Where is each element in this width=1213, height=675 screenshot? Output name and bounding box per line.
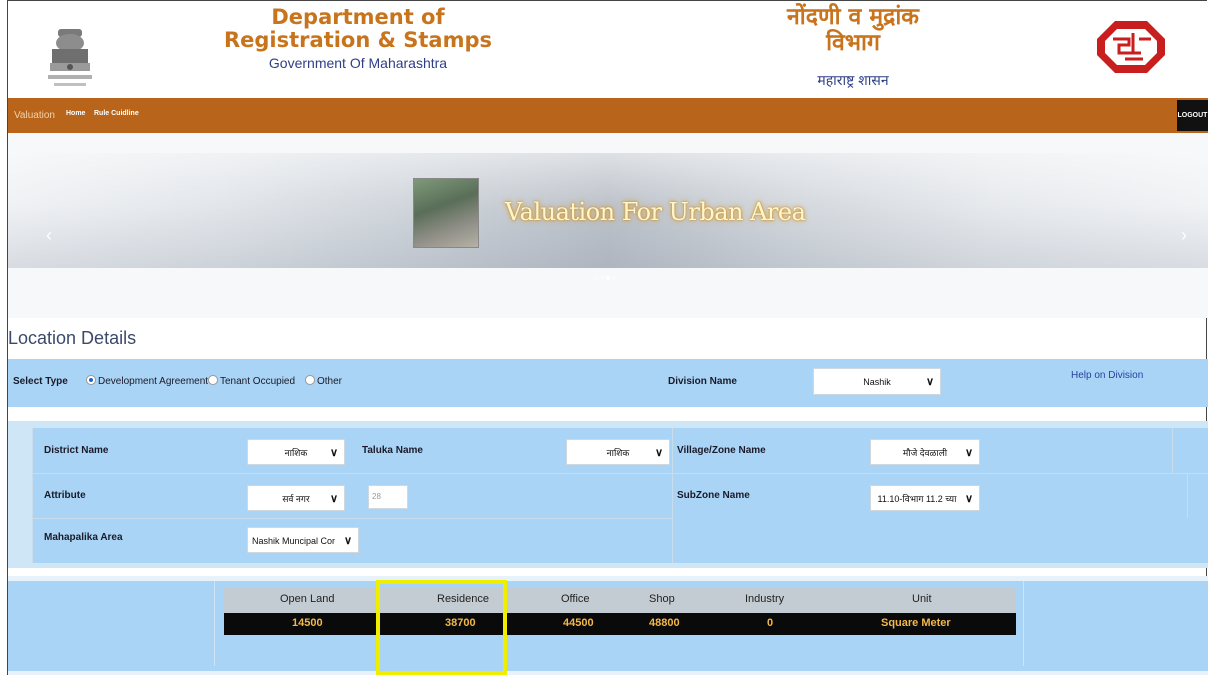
grid-divider [32, 518, 672, 519]
rate-header-office: Office [561, 593, 590, 605]
chevron-down-icon: ∨ [964, 447, 973, 459]
carousel-next-arrow[interactable]: › [1181, 225, 1187, 246]
subzone-value: 11.10-विभाग 11.2 च्या [877, 494, 957, 504]
rate-header-unit: Unit [912, 593, 932, 605]
taluka-select[interactable]: नाशिक ∨ [566, 439, 670, 465]
attribute-input[interactable]: 28 [368, 485, 408, 509]
district-name-label: District Name [44, 445, 109, 456]
help-on-division-link[interactable]: Help on Division [1071, 370, 1143, 381]
village-zone-label: Village/Zone Name [677, 445, 766, 456]
district-select[interactable]: नाशिक ∨ [247, 439, 345, 465]
title-en-line1: Department of [271, 5, 445, 29]
rate-value-open-land: 14500 [292, 617, 323, 629]
division-name-label: Division Name [668, 376, 737, 387]
select-type-label: Select Type [13, 376, 68, 387]
grid-divider [1172, 428, 1173, 473]
village-zone-value: मौजे देवळाली [902, 448, 948, 458]
mahapalika-area-label: Mahapalika Area [44, 532, 123, 543]
title-en-line2: Registration & Stamps [223, 28, 492, 52]
grid-divider [32, 428, 33, 563]
rate-header-industry: Industry [745, 593, 785, 605]
banner-city-image [413, 178, 479, 248]
government-name-en: Government Of Maharashtra [268, 55, 448, 71]
grid-divider [32, 473, 1208, 474]
village-zone-select[interactable]: मौजे देवळाली ∨ [870, 439, 980, 465]
residence-highlight-box [376, 580, 507, 675]
department-title-mr: नोंदणी व मुद्रांक विभाग [698, 4, 1008, 56]
nav-brand[interactable]: Valuation [14, 110, 55, 121]
chevron-down-icon: ∨ [343, 535, 352, 547]
carousel-dots[interactable]: ○○●○ [594, 273, 617, 282]
location-details-title: Location Details [8, 328, 137, 348]
radio-other[interactable] [305, 375, 315, 385]
rate-header-shop: Shop [649, 593, 675, 605]
page-frame: Department of Registration & Stamps Gove… [7, 0, 1208, 675]
subzone-name-label: SubZone Name [677, 490, 750, 501]
chevron-down-icon: ∨ [925, 376, 934, 388]
location-form: District Name नाशिक ∨ Taluka Name नाशिक … [8, 421, 1208, 568]
nav-home-link[interactable]: Home [66, 110, 85, 117]
department-title-en: Department of Registration & Stamps [168, 6, 548, 52]
radio-label-other[interactable]: Other [317, 376, 342, 387]
title-mr-line1: नोंदणी व मुद्रांक [787, 4, 919, 30]
attribute-select[interactable]: सर्व नगर ∨ [247, 485, 345, 511]
mahapalika-value: Nashik Muncipal Cor [252, 536, 336, 546]
government-name-mr: महाराष्ट्र शासन [817, 72, 889, 88]
attribute-label: Attribute [44, 490, 86, 501]
banner-title: Valuation For Urban Area [505, 198, 806, 226]
chevron-down-icon: ∨ [964, 493, 973, 505]
radio-development-agreement[interactable] [86, 375, 96, 385]
nav-rule-guideline-link[interactable]: Rule Cuidline [94, 110, 139, 117]
title-mr-line2: विभाग [826, 30, 880, 56]
grid-divider [672, 428, 673, 563]
rate-value-shop: 48800 [649, 617, 680, 629]
division-value: Nashik [863, 377, 891, 387]
logout-button[interactable]: LOGOUT [1177, 100, 1208, 131]
carousel-prev-arrow[interactable]: ‹ [46, 225, 52, 246]
rates-value-row: 14500 38700 44500 48800 0 Square Meter [224, 613, 1016, 635]
rate-value-unit: Square Meter [881, 617, 951, 629]
igr-logo-icon [1097, 21, 1165, 73]
subzone-select[interactable]: 11.10-विभाग 11.2 च्या ∨ [870, 485, 980, 511]
radio-tenant-occupied[interactable] [208, 375, 218, 385]
main-navbar: Valuation Home Rule Cuidline LOGOUT [8, 98, 1208, 133]
radio-label-tenant-occupied[interactable]: Tenant Occupied [220, 376, 295, 387]
ashoka-emblem-icon [48, 29, 92, 86]
taluka-name-label: Taluka Name [362, 445, 423, 456]
location-form-inner: District Name नाशिक ∨ Taluka Name नाशिक … [32, 428, 1208, 563]
division-select[interactable]: Nashik ∨ [813, 368, 941, 395]
taluka-value: नाशिक [606, 448, 630, 458]
banner-carousel: Valuation For Urban Area ‹ › ○○●○ [8, 153, 1208, 282]
rate-header-open-land: Open Land [280, 593, 335, 605]
grid-divider [1187, 473, 1188, 518]
banner-area: Valuation For Urban Area ‹ › ○○●○ [8, 133, 1208, 318]
site-header: Department of Registration & Stamps Gove… [8, 1, 1208, 98]
radio-label-development-agreement[interactable]: Development Agreement [98, 376, 208, 387]
chevron-down-icon: ∨ [329, 447, 338, 459]
select-type-row: Select Type Development Agreement Tenant… [8, 359, 1208, 407]
mahapalika-select[interactable]: Nashik Muncipal Cor ∨ [247, 527, 359, 553]
chevron-down-icon: ∨ [329, 493, 338, 505]
rates-header-row: Open Land Residence Office Shop Industry… [224, 588, 1016, 613]
rate-value-office: 44500 [563, 617, 594, 629]
rate-value-industry: 0 [767, 617, 774, 629]
chevron-down-icon: ∨ [654, 447, 663, 459]
